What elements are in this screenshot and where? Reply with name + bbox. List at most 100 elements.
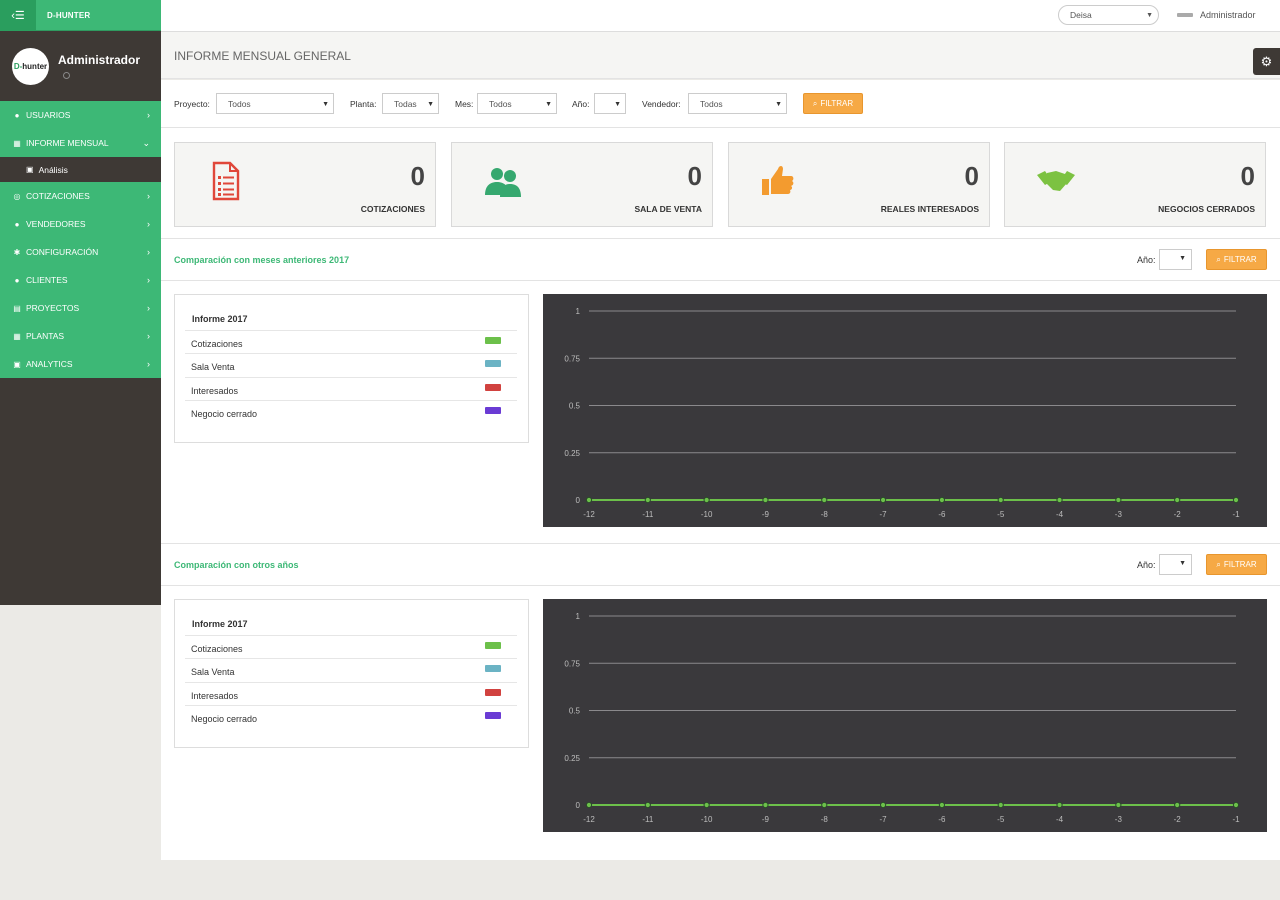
x-tick-label: -7 — [880, 815, 888, 824]
x-tick-label: -8 — [821, 815, 829, 824]
caret-down-icon: ▼ — [427, 101, 434, 108]
legend-swatch — [485, 407, 501, 414]
x-tick-label: -10 — [701, 510, 713, 519]
y-tick-label: 0.25 — [564, 754, 580, 763]
legend-item: Cotizaciones — [185, 635, 517, 659]
sidebar-menu: ● USUARIOS › ▦ INFORME MENSUAL ⌄ ▣ Análisis ◎… — [0, 101, 161, 378]
vendedor-select[interactable]: Todos ▼ — [688, 93, 787, 114]
section-title-meses: Comparación con meses anteriores 2017 — [174, 255, 350, 265]
legend-item-label: Cotizaciones — [191, 644, 243, 654]
x-tick-label: -9 — [762, 815, 770, 824]
data-point — [703, 496, 710, 504]
page-header: INFORME MENSUAL GENERAL ⚙ — [161, 32, 1280, 79]
legend-item-label: Interesados — [191, 691, 239, 701]
data-point — [1232, 801, 1240, 809]
section2-ano-select[interactable]: ▼ — [1159, 554, 1192, 575]
data-point — [1232, 496, 1240, 504]
legend-box: Informe 2017 Cotizaciones Sala Venta Int… — [174, 599, 529, 748]
gears-icon: ⚙ — [1260, 53, 1273, 69]
sidebar-item-usuarios[interactable]: ● USUARIOS › — [0, 101, 161, 129]
x-tick-label: -2 — [1174, 510, 1182, 519]
chart-icon: ▣ — [13, 359, 21, 369]
avatar: D-hunter — [12, 48, 49, 85]
sidebar-item-label: PLANTAS — [26, 331, 65, 341]
data-point — [585, 496, 593, 504]
sidebar-item-label: Análisis — [38, 164, 68, 175]
x-tick-label: -9 — [762, 510, 770, 519]
mes-select[interactable]: Todos ▼ — [477, 93, 557, 114]
chart-svg: 1 0.75 0.5 0.25 0-12 -11 -10 -9 -8 -7 -6 -5 -4 -3 -2 -1 — [564, 612, 1240, 824]
x-tick-label: -8 — [821, 510, 829, 519]
sidebar-item-analytics[interactable]: ▣ ANALYTICS › — [0, 350, 161, 378]
caret-down-icon: ▼ — [1179, 560, 1186, 567]
y-tick-label: 1 — [576, 612, 581, 621]
document-list-icon — [212, 161, 240, 201]
stat-value: 0 — [964, 161, 979, 191]
brand-bar: ‹☰ D-HUNTER — [0, 0, 161, 31]
caret-down-icon: ▼ — [775, 101, 782, 108]
search-icon: ⌕ — [812, 98, 818, 108]
data-point — [1056, 801, 1063, 809]
sidebar-item-configuracion[interactable]: ✱ CONFIGURACIÓN › — [0, 238, 161, 266]
legend-swatch — [485, 689, 501, 696]
proyecto-select-value: Todos — [228, 99, 251, 109]
chart-svg: 1 0.75 0.5 0.25 0-12 -11 -10 -9 -8 -7 -6 -5 -4 -3 -2 -1 — [564, 307, 1240, 519]
stat-card-reales-interesados: 0 REALES INTERESADOS — [728, 142, 990, 227]
sidebar-item-plantas[interactable]: ▦ PLANTAS › — [0, 322, 161, 350]
sidebar-item-vendedores[interactable]: ● VENDEDORES › — [0, 210, 161, 238]
section1-filter-button[interactable]: ⌕ FILTRAR — [1206, 249, 1267, 270]
stat-card-sala-venta: 0 SALA DE VENTA — [451, 142, 713, 227]
company-select[interactable]: Deisa ▼ — [1058, 5, 1159, 25]
legend-item-label: Sala Venta — [191, 667, 235, 677]
section-title-anos: Comparación con otros años — [174, 560, 299, 570]
section1-ano-label: Año: — [1137, 255, 1156, 265]
mes-label: Mes: — [455, 99, 474, 109]
proyecto-label: Proyecto: — [174, 99, 210, 109]
filter-button-label: FILTRAR — [1223, 255, 1257, 264]
caret-down-icon: ▼ — [322, 101, 329, 108]
x-tick-label: -11 — [642, 815, 654, 824]
ano-select[interactable]: ▼ — [594, 93, 626, 114]
gear-icon: ✱ — [13, 247, 21, 257]
planta-select[interactable]: Todas ▼ — [382, 93, 439, 114]
sidebar-subitem-analisis[interactable]: ▣ Análisis — [0, 157, 161, 182]
section2-filter-button[interactable]: ⌕ FILTRAR — [1206, 554, 1267, 575]
table-icon: ▦ — [13, 331, 21, 341]
legend-item: Interesados — [185, 377, 517, 401]
sidebar-item-informe[interactable]: ▦ INFORME MENSUAL ⌄ — [0, 129, 161, 157]
sidebar-item-proyectos[interactable]: ▤ PROYECTOS › — [0, 294, 161, 322]
x-tick-label: -11 — [642, 510, 654, 519]
caret-down-icon: ▼ — [545, 101, 552, 108]
x-tick-label: -2 — [1174, 815, 1182, 824]
section1-ano-select[interactable]: ▼ — [1159, 249, 1192, 270]
user-menu[interactable]: Administrador — [1177, 10, 1256, 20]
sidebar-item-label: INFORME MENSUAL — [26, 138, 109, 148]
profile-name: Administrador — [58, 53, 141, 67]
data-point — [879, 801, 887, 809]
legend-item-label: Cotizaciones — [191, 339, 243, 349]
sidebar-item-cotizaciones[interactable]: ◎ COTIZACIONES › — [0, 182, 161, 210]
power-icon[interactable] — [63, 72, 70, 79]
menu-toggle-button[interactable]: ‹☰ — [0, 0, 36, 31]
line-chart-meses: 1 0.75 0.5 0.25 0 -12 -11 -10 -9 -8 -7 -6 -5 -4 -3 -2 -1 — [543, 294, 1267, 527]
legend-item-label: Negocio cerrado — [191, 409, 258, 419]
caret-down-icon: ▼ — [1179, 255, 1186, 262]
x-tick-label: -1 — [1232, 510, 1240, 519]
vendedor-label: Vendedor: — [642, 99, 681, 109]
handshake-icon — [1037, 171, 1075, 191]
proyecto-select[interactable]: Todos ▼ — [216, 93, 334, 114]
search-icon: ⌕ — [1216, 559, 1221, 569]
stat-label: REALES INTERESADOS — [880, 204, 979, 214]
user-icon: ● — [14, 110, 20, 120]
filter-button[interactable]: ⌕ FILTRAR — [803, 93, 863, 114]
chevron-right-icon: › — [147, 331, 150, 341]
settings-button[interactable]: ⚙ — [1253, 48, 1280, 75]
data-point — [585, 801, 593, 809]
divider — [161, 543, 1280, 544]
profile: D-hunter Administrador — [0, 31, 161, 101]
mes-select-value: Todos — [489, 99, 512, 109]
planta-select-value: Todas — [394, 99, 417, 109]
data-point — [938, 801, 946, 809]
x-tick-label: -12 — [583, 510, 595, 519]
sidebar-item-clientes[interactable]: ● CLIENTES › — [0, 266, 161, 294]
